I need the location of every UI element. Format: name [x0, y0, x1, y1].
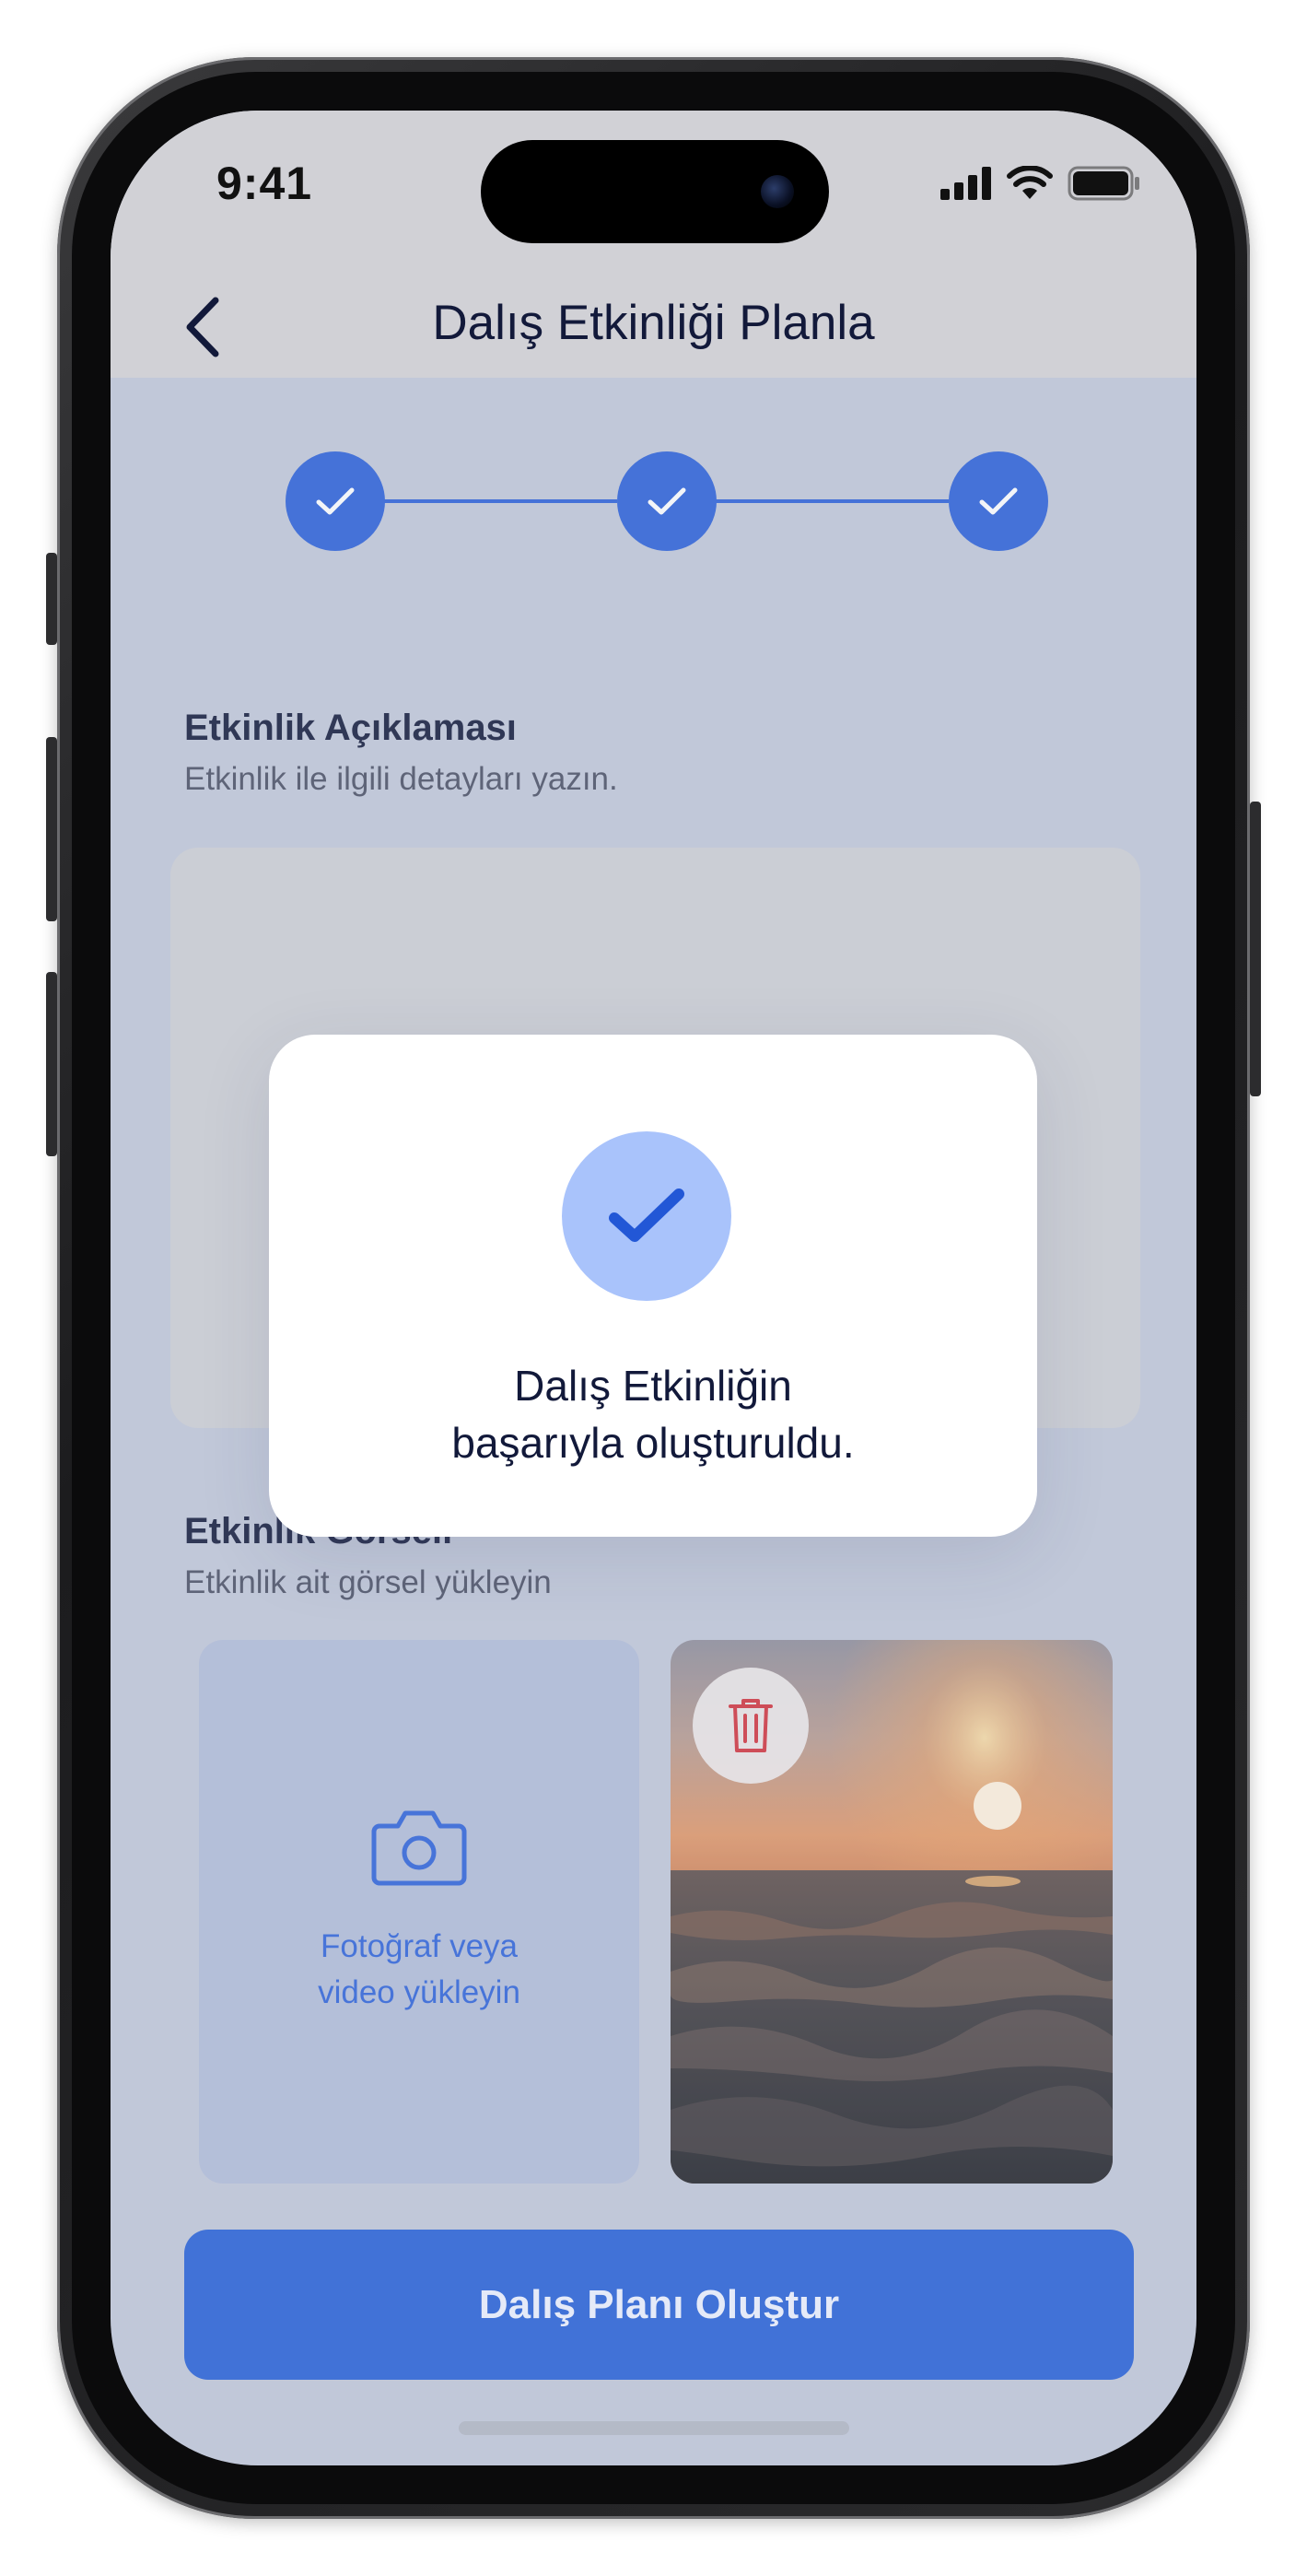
- nav-header: Dalış Etkinliği Planla: [111, 267, 1196, 378]
- volume-down-button: [46, 972, 57, 1156]
- power-button: [1250, 802, 1261, 1096]
- screen: 9:41 Dalış Etkinliği Planla Etkinlik Açı…: [111, 111, 1196, 2465]
- front-camera-icon: [761, 175, 794, 208]
- camera-icon: [371, 1810, 467, 1886]
- upload-label-line2: video yükleyin: [318, 1974, 520, 2010]
- step-2-complete: [617, 451, 717, 551]
- trash-icon: [729, 1699, 773, 1752]
- upload-label: Fotoğraf veya video yükleyin: [318, 1924, 520, 2016]
- status-time: 9:41: [216, 158, 313, 209]
- success-modal: Dalış Etkinliğin başarıyla oluşturuldu.: [269, 1035, 1037, 1537]
- success-badge: [562, 1131, 731, 1301]
- step-connector: [378, 499, 617, 503]
- upload-label-line1: Fotoğraf veya: [321, 1928, 518, 1964]
- uploaded-photo: [671, 1640, 1113, 2184]
- step-connector: [709, 499, 949, 503]
- upload-media-button[interactable]: Fotoğraf veya video yükleyin: [199, 1640, 639, 2184]
- progress-stepper: [286, 451, 1048, 551]
- page-title: Dalış Etkinliği Planla: [432, 296, 875, 350]
- cellular-signal-icon: [940, 167, 991, 200]
- create-dive-plan-button[interactable]: Dalış Planı Oluştur: [184, 2230, 1134, 2380]
- success-message: Dalış Etkinliğin başarıyla oluşturuldu.: [269, 1357, 1037, 1471]
- delete-photo-button[interactable]: [693, 1668, 809, 1784]
- step-3-complete: [949, 451, 1048, 551]
- success-message-line2: başarıyla oluşturuldu.: [451, 1419, 855, 1467]
- check-icon: [648, 487, 686, 515]
- dynamic-island: [481, 140, 829, 243]
- step-1-complete: [286, 451, 385, 551]
- check-icon: [979, 487, 1018, 515]
- description-title: Etkinlik Açıklaması: [184, 708, 517, 748]
- image-section-subtitle: Etkinlik ait görsel yükleyin: [184, 1564, 552, 1600]
- battery-icon: [1068, 166, 1139, 201]
- volume-up-button: [46, 737, 57, 921]
- status-icons: [940, 164, 1141, 203]
- check-icon: [316, 487, 355, 515]
- home-indicator[interactable]: [459, 2421, 849, 2435]
- action-button: [46, 553, 57, 645]
- check-icon: [609, 1188, 684, 1242]
- success-message-line1: Dalış Etkinliğin: [514, 1362, 792, 1410]
- wifi-icon: [1007, 166, 1053, 199]
- description-subtitle: Etkinlik ile ilgili detayları yazın.: [184, 761, 618, 797]
